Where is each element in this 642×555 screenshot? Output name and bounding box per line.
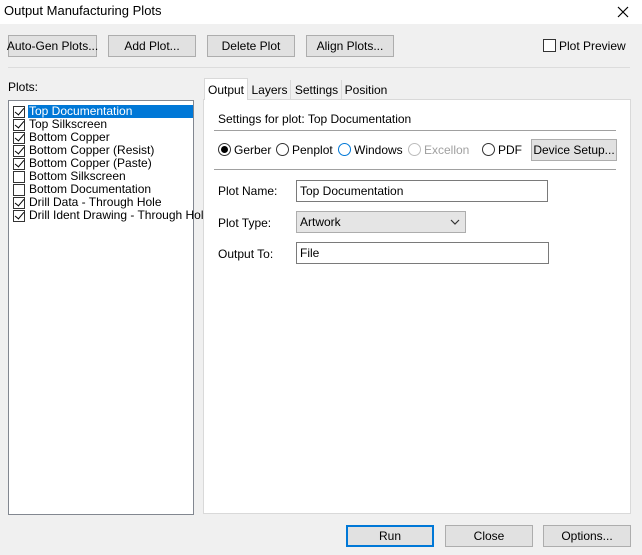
plot-checkbox[interactable] [13,210,25,222]
chevron-down-icon [449,215,461,229]
output-to-label: Output To: [218,247,274,261]
add-plot-button[interactable]: Add Plot... [108,35,196,57]
toolbar-divider [8,67,630,68]
settings-divider [214,130,616,131]
tab-layers[interactable]: Layers [249,80,291,100]
windows-label: Windows [354,143,403,157]
penplot-radio[interactable] [276,143,289,156]
output-tab-panel [203,99,631,514]
run-button[interactable]: Run [346,525,434,547]
plot-preview-label: Plot Preview [559,39,626,53]
plots-list[interactable]: Top Documentation Top Silkscreen Bottom … [8,100,210,515]
plot-type-value: Artwork [300,215,341,229]
plots-label: Plots: [8,80,39,94]
plot-checkbox[interactable] [13,158,25,170]
close-button[interactable]: Close [445,525,533,547]
device-setup-button[interactable]: Device Setup... [531,139,617,161]
plot-checkbox[interactable] [13,119,25,131]
plot-name-field[interactable]: Top Documentation [296,180,548,202]
pdf-label: PDF [498,143,522,157]
gerber-label: Gerber [234,143,272,157]
format-divider [214,169,616,170]
title-bar: Output Manufacturing Plots [0,0,642,24]
auto-gen-plots-button[interactable]: Auto-Gen Plots... [7,35,98,57]
plot-name-label: Plot Name: [218,184,278,198]
plot-checkbox[interactable] [13,184,25,196]
list-item[interactable]: Drill Ident Drawing - Through Hole [11,209,210,223]
window-title: Output Manufacturing Plots [4,3,162,18]
windows-radio[interactable] [338,143,351,156]
excellon-radio [408,143,421,156]
plot-item-label: Drill Ident Drawing - Through Hole [29,208,211,222]
plot-type-select[interactable]: Artwork [296,211,466,233]
plot-checkbox[interactable] [13,145,25,157]
output-manufacturing-plots-dialog: Output Manufacturing Plots Auto-Gen Plot… [0,0,642,555]
tab-output[interactable]: Output [204,78,248,100]
close-icon[interactable] [610,1,636,23]
excellon-label: Excellon [424,143,470,157]
plot-checkbox[interactable] [13,132,25,144]
tab-settings[interactable]: Settings [292,80,342,100]
plot-checkbox[interactable] [13,171,25,183]
output-to-field[interactable]: File [296,242,549,264]
pdf-radio[interactable] [482,143,495,156]
plot-checkbox[interactable] [13,197,25,209]
settings-heading: Settings for plot: Top Documentation [218,112,412,126]
gerber-radio[interactable] [218,143,231,156]
tab-position[interactable]: Position [343,80,389,100]
delete-plot-button[interactable]: Delete Plot [207,35,295,57]
plot-checkbox[interactable] [13,106,25,118]
plot-type-label: Plot Type: [218,216,272,230]
options-button[interactable]: Options... [543,525,631,547]
align-plots-button[interactable]: Align Plots... [306,35,394,57]
plot-preview-checkbox[interactable] [543,39,556,52]
penplot-label: Penplot [292,143,333,157]
